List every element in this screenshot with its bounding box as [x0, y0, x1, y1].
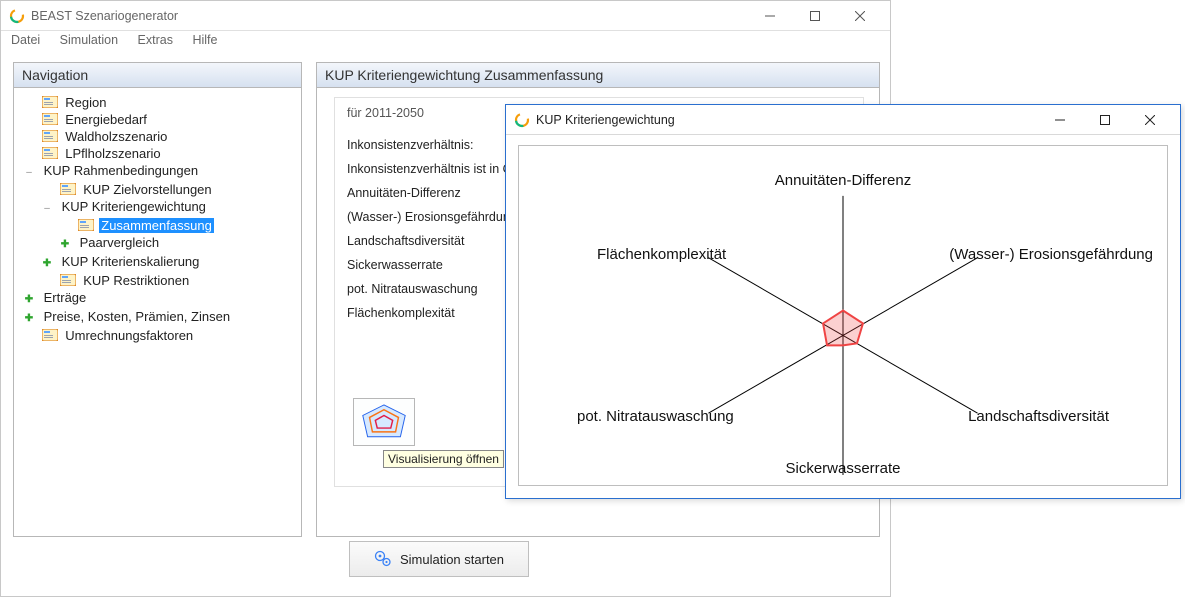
menu-datei[interactable]: Datei — [7, 31, 44, 49]
tree-item-kup-rahmen[interactable]: – KUP Rahmenbedingungen — [20, 162, 297, 181]
minimize-icon — [1055, 115, 1065, 125]
tree-item-kup-skal[interactable]: ✚ KUP Kriterienskalierung — [20, 253, 297, 272]
tree-item-region[interactable]: Region — [20, 94, 297, 111]
main-panel-header: KUP Kriteriengewichtung Zusammenfassung — [317, 63, 879, 88]
popup-minimize-button[interactable] — [1037, 106, 1082, 134]
popup-close-button[interactable] — [1127, 106, 1172, 134]
axis-label-annuitaet: Annuitäten-Differenz — [775, 172, 911, 189]
start-simulation-label: Simulation starten — [400, 552, 504, 567]
plus-icon: ✚ — [38, 255, 56, 272]
radar-svg — [519, 146, 1167, 485]
close-icon — [1145, 115, 1155, 125]
collapse-icon[interactable]: – — [20, 164, 38, 181]
axis-label-erosion: (Wasser-) Erosionsgefährdung — [949, 246, 1153, 263]
menu-hilfe[interactable]: Hilfe — [188, 31, 221, 49]
chart-thumbnail-icon — [357, 402, 411, 443]
close-button[interactable] — [837, 2, 882, 30]
main-titlebar: BEAST Szenariogenerator — [1, 1, 890, 31]
tree-item-preise[interactable]: ✚ Preise, Kosten, Prämien, Zinsen — [20, 308, 297, 327]
chart-thumbnail[interactable] — [353, 398, 415, 446]
form-icon — [42, 113, 58, 125]
form-icon — [78, 219, 94, 231]
tree-item-paarvergleich[interactable]: ✚ Paarvergleich — [20, 234, 297, 253]
gear-icon — [374, 550, 392, 568]
close-icon — [855, 11, 865, 21]
tree-item-umrech[interactable]: Umrechnungsfaktoren — [20, 327, 297, 344]
form-icon — [42, 147, 58, 159]
radar-chart: Annuitäten-Differenz (Wasser-) Erosionsg… — [518, 145, 1168, 486]
popup-titlebar: KUP Kriteriengewichtung — [506, 105, 1180, 135]
form-icon — [60, 183, 76, 195]
collapse-icon[interactable]: – — [38, 200, 56, 217]
tree-item-kup-ziel[interactable]: KUP Zielvorstellungen — [20, 181, 297, 198]
minimize-button[interactable] — [747, 2, 792, 30]
navigation-header: Navigation — [14, 63, 301, 88]
menu-extras[interactable]: Extras — [134, 31, 177, 49]
maximize-button[interactable] — [792, 2, 837, 30]
app-icon — [514, 112, 530, 128]
menubar: Datei Simulation Extras Hilfe — [1, 31, 890, 53]
form-icon — [60, 274, 76, 286]
menu-simulation[interactable]: Simulation — [56, 31, 122, 49]
app-icon — [9, 8, 25, 24]
tree-item-kup-krit[interactable]: – KUP Kriteriengewichtung — [20, 198, 297, 217]
tree-item-waldholz[interactable]: Waldholzszenario — [20, 128, 297, 145]
tree-item-lpflholz[interactable]: LPflholzszenario — [20, 145, 297, 162]
navigation-tree: Region Energiebedarf Waldholzszenario — [14, 88, 301, 350]
popup-maximize-button[interactable] — [1082, 106, 1127, 134]
plus-icon: ✚ — [20, 310, 38, 327]
navigation-panel: Navigation Region Energiebedarf — [13, 62, 302, 537]
tooltip: Visualisierung öffnen — [383, 450, 504, 468]
axis-label-flaechen: Flächenkomplexität — [597, 246, 726, 263]
start-simulation-button[interactable]: Simulation starten — [349, 541, 529, 577]
tree-item-kup-restr[interactable]: KUP Restriktionen — [20, 272, 297, 289]
minimize-icon — [765, 11, 775, 21]
tree-item-ertraege[interactable]: ✚ Erträge — [20, 289, 297, 308]
plus-icon: ✚ — [56, 236, 74, 253]
maximize-icon — [810, 11, 820, 21]
axis-label-nitrat: pot. Nitratauswaschung — [577, 408, 734, 425]
popup-window: KUP Kriteriengewichtung — [505, 104, 1181, 499]
tree-item-energiebedarf[interactable]: Energiebedarf — [20, 111, 297, 128]
maximize-icon — [1100, 115, 1110, 125]
form-icon — [42, 329, 58, 341]
axis-label-landschaft: Landschaftsdiversität — [968, 408, 1109, 425]
axis-label-sicker: Sickerwasserrate — [785, 460, 900, 477]
window-title: BEAST Szenariogenerator — [31, 9, 747, 23]
popup-title: KUP Kriteriengewichtung — [536, 113, 1037, 127]
tree-item-zusammenfassung[interactable]: Zusammenfassung — [20, 217, 297, 234]
plus-icon: ✚ — [20, 291, 38, 308]
form-icon — [42, 96, 58, 108]
form-icon — [42, 130, 58, 142]
